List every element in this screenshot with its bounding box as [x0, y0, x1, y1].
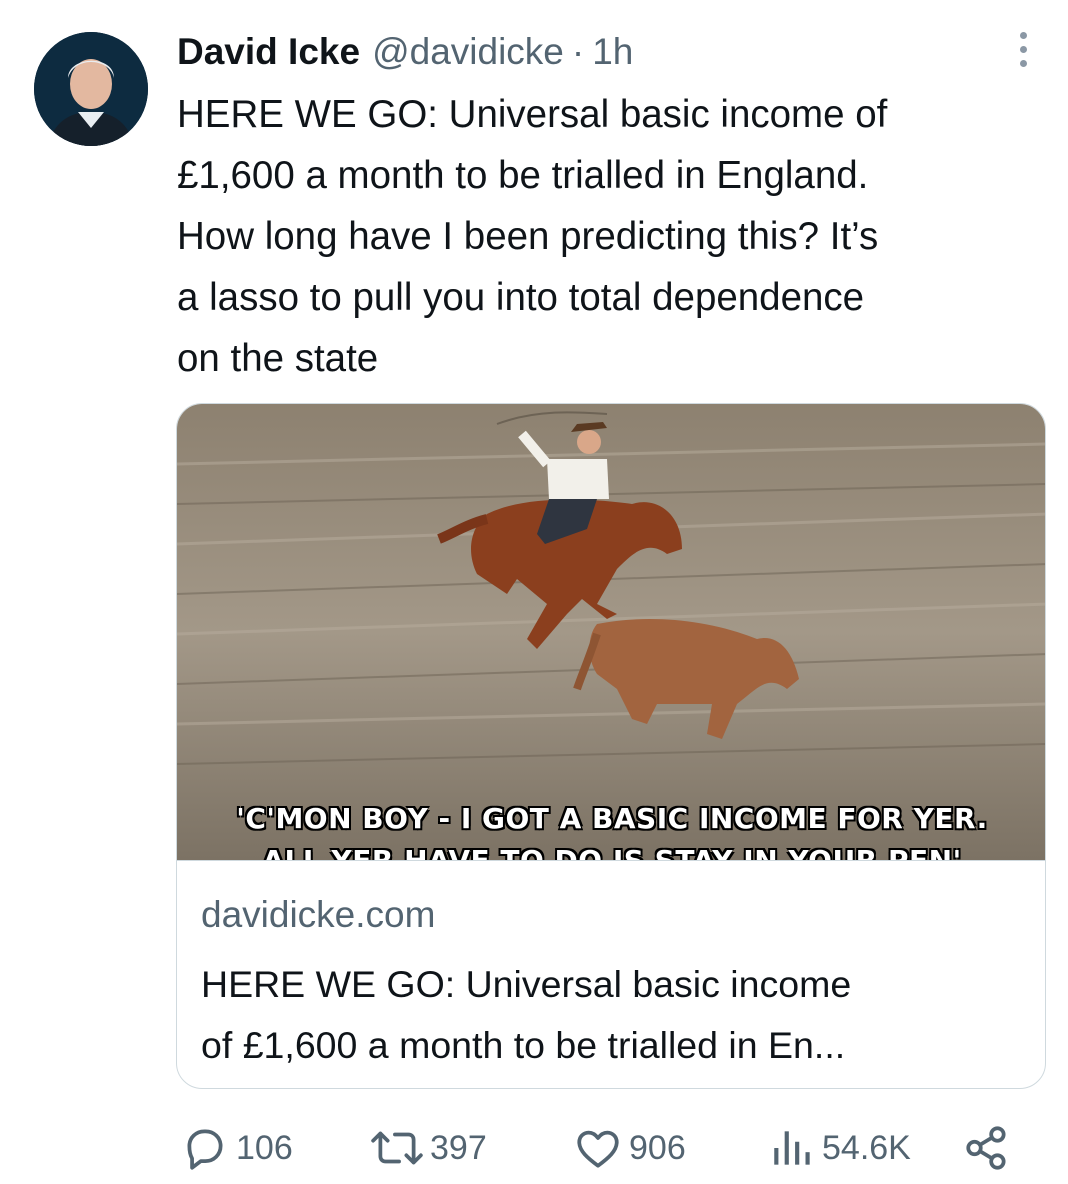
- reply-button[interactable]: 106: [180, 1118, 293, 1178]
- image-caption-line1: 'C'MON BOY - I GOT A BASIC INCOME FOR YE…: [236, 802, 988, 835]
- card-image[interactable]: 'C'MON BOY - I GOT A BASIC INCOME FOR YE…: [177, 404, 1045, 860]
- author-handle[interactable]: @davidicke: [372, 31, 564, 73]
- avatar-portrait: [34, 32, 148, 146]
- link-card[interactable]: 'C'MON BOY - I GOT A BASIC INCOME FOR YE…: [176, 403, 1046, 1089]
- image-caption-line2: ALL YER HAVE TO DO IS STAY IN YOUR PEN': [177, 844, 1045, 860]
- retweet-count: 397: [430, 1128, 487, 1167]
- separator-dot: ·: [571, 31, 585, 72]
- card-domain: davidicke.com: [201, 894, 436, 935]
- tweet-actions: 106 397 906 54.6K: [0, 1118, 1068, 1178]
- views-count: 54.6K: [822, 1128, 911, 1167]
- tweet-timestamp[interactable]: 1h: [592, 31, 633, 73]
- tweet-header: David Icke @davidicke · 1h: [177, 28, 633, 76]
- retweet-button[interactable]: 397: [370, 1118, 487, 1178]
- views-icon: [774, 1131, 810, 1165]
- rodeo-photo: [177, 404, 1045, 860]
- share-icon: [966, 1126, 1006, 1170]
- author-avatar[interactable]: [34, 32, 148, 146]
- retweet-icon: [371, 1131, 423, 1165]
- card-title: HERE WE GO: Universal basic income of £1…: [201, 963, 852, 1066]
- more-options-icon[interactable]: [1008, 28, 1038, 72]
- author-name[interactable]: David Icke: [177, 31, 360, 73]
- like-icon: [577, 1130, 619, 1168]
- card-footer[interactable]: davidicke.com HERE WE GO: Universal basi…: [177, 860, 1045, 1088]
- share-button[interactable]: [962, 1118, 1018, 1178]
- like-count: 906: [629, 1128, 686, 1167]
- like-button[interactable]: 906: [573, 1118, 686, 1178]
- reply-count: 106: [236, 1128, 293, 1167]
- views-button[interactable]: 54.6K: [770, 1118, 911, 1178]
- reply-icon: [187, 1129, 223, 1170]
- tweet-text: HERE WE GO: Universal basic income of £1…: [177, 93, 888, 380]
